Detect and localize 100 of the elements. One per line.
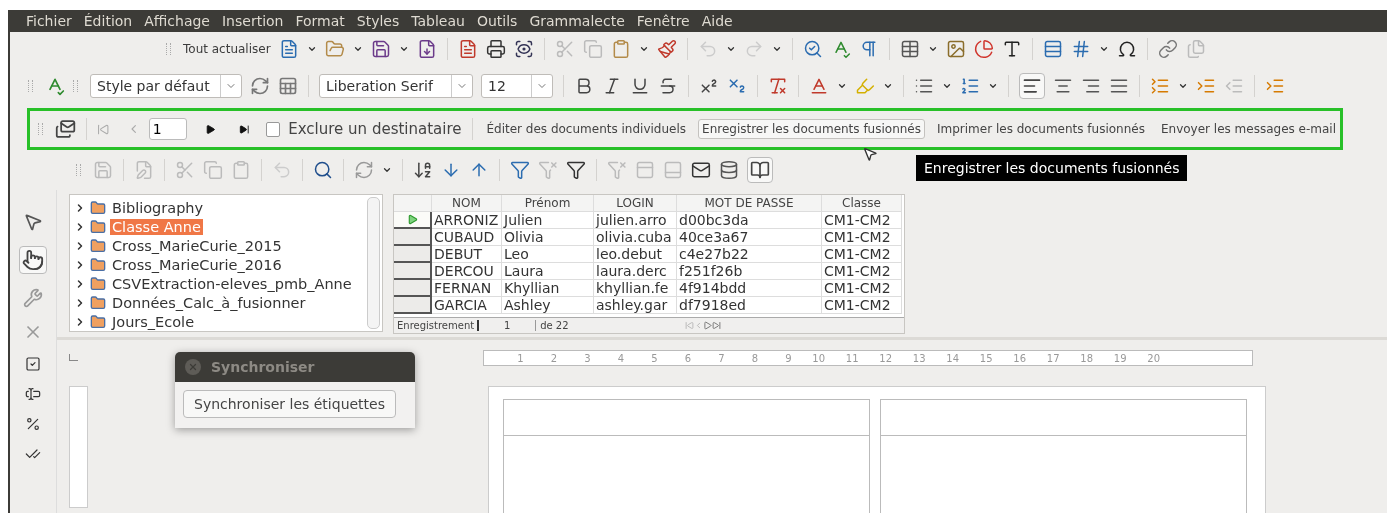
row-header[interactable] (394, 212, 432, 229)
caret-icon[interactable] (398, 44, 409, 54)
italic-icon[interactable] (602, 76, 622, 96)
omega-icon[interactable] (1116, 39, 1137, 59)
caret-icon[interactable] (927, 44, 938, 54)
column-header[interactable]: Classe (822, 195, 902, 212)
table-cell: CM1-CM2 (822, 297, 902, 314)
filter-icon[interactable] (566, 160, 586, 180)
row-header[interactable] (394, 297, 432, 314)
caret-icon[interactable] (1098, 44, 1109, 54)
table-icon[interactable] (899, 39, 920, 59)
menu-item[interactable]: Tableau (411, 13, 465, 29)
autofilter-icon[interactable] (510, 160, 530, 180)
chart-icon[interactable] (973, 39, 994, 59)
caret-icon[interactable] (771, 44, 782, 54)
formatted-field-icon[interactable] (25, 416, 41, 432)
align-right-icon[interactable] (1081, 76, 1101, 96)
tree-item[interactable]: Jours_Ecole (110, 313, 197, 330)
tree-item[interactable]: Cross_MarieCurie_2016 (110, 256, 284, 273)
menu-item[interactable]: Édition (83, 13, 133, 29)
caret-icon[interactable] (725, 44, 736, 54)
menu-item[interactable]: Aide (701, 13, 733, 29)
tree-item[interactable]: Données_Calc_à_fusionner (110, 294, 308, 311)
data-source-icon[interactable] (719, 160, 739, 180)
find-replace-icon[interactable] (802, 39, 823, 59)
preview-icon[interactable] (513, 39, 534, 59)
row-header[interactable] (394, 280, 432, 297)
font-name-field[interactable]: Liberation Serif (319, 74, 473, 98)
caret-icon[interactable] (306, 44, 317, 54)
caret-icon[interactable] (352, 44, 363, 54)
menu-item[interactable]: Fenêtre (636, 13, 690, 29)
indent-icon[interactable] (1265, 76, 1285, 96)
save-icon[interactable] (370, 39, 391, 59)
paintbrush-icon[interactable] (656, 39, 677, 59)
table-cell: Leo (502, 246, 594, 263)
record-field[interactable]: 1 (148, 118, 187, 140)
caret-icon[interactable] (638, 44, 649, 54)
bullet-list-icon[interactable] (914, 76, 934, 96)
link-icon[interactable] (1157, 39, 1178, 59)
caret-icon[interactable] (883, 81, 893, 91)
column-header[interactable]: Prénom (502, 195, 594, 212)
toolbar-button[interactable]: Éditer des documents individuels (482, 119, 691, 139)
table-cell: CM1-CM2 (822, 212, 902, 229)
folder-icon[interactable] (324, 39, 345, 59)
search-icon[interactable] (313, 160, 333, 180)
record-count: de 22 (539, 320, 570, 331)
caret-icon[interactable] (1178, 81, 1188, 91)
merge-document-button[interactable] (747, 157, 773, 183)
paragraph-style-field[interactable]: Style par défaut (90, 74, 242, 98)
row-header[interactable] (394, 246, 432, 263)
column-header[interactable]: NOM (432, 195, 502, 212)
tree-item[interactable]: Bibliography (110, 199, 206, 216)
column-header[interactable]: MOT DE PASSE (677, 195, 822, 212)
menu-item[interactable]: Affichage (144, 13, 210, 29)
update-all-button[interactable]: Tout actualiser (183, 42, 271, 56)
pointer-icon[interactable] (23, 212, 43, 232)
menu-item[interactable]: Styles (356, 13, 400, 29)
strikethrough-icon[interactable] (658, 76, 678, 96)
printer-icon[interactable] (485, 39, 506, 59)
column-header[interactable]: LOGIN (594, 195, 677, 212)
row-header[interactable] (394, 229, 432, 246)
font-size-field[interactable]: 12 (481, 74, 553, 98)
checkbox-icon[interactable] (25, 356, 41, 372)
caret-icon[interactable] (382, 165, 392, 175)
menu-item[interactable]: Insertion (222, 13, 284, 29)
sort-icon[interactable] (413, 160, 433, 180)
numbered-list-icon[interactable] (960, 76, 980, 96)
mail-icon[interactable] (54, 118, 76, 140)
underline-icon[interactable] (630, 76, 650, 96)
caret-icon[interactable] (942, 81, 952, 91)
next-record-icon[interactable] (204, 123, 216, 135)
synchronize-button[interactable]: Synchroniser les étiquettes (183, 390, 396, 418)
menu-item[interactable]: Fichier (26, 13, 72, 29)
ruler-number: 7 (717, 352, 725, 364)
menu-item[interactable]: Outils (476, 13, 518, 29)
align-left-button[interactable] (1019, 73, 1045, 99)
last-record-icon[interactable] (239, 123, 250, 135)
mail-merge-icon[interactable] (691, 160, 711, 180)
subscript-icon[interactable] (727, 76, 747, 96)
align-justify-icon[interactable] (1109, 76, 1129, 96)
superscript-icon[interactable] (699, 76, 719, 96)
align-center-icon[interactable] (1053, 76, 1073, 96)
toolbar-button[interactable]: Imprimer les documents fusionnés (933, 119, 1149, 139)
tree-item[interactable]: CSVExtraction-eleves_pmb_Anne (110, 275, 354, 292)
row-header[interactable] (394, 263, 432, 280)
exclude-checkbox[interactable] (265, 121, 281, 137)
caret-icon[interactable] (837, 81, 847, 91)
toolbar-button[interactable]: Envoyer les messages e-mail (1156, 119, 1340, 139)
text-field-icon[interactable] (25, 386, 41, 402)
toolbar-button[interactable]: Enregistrer les documents fusionnés (698, 119, 925, 139)
image-icon[interactable] (945, 39, 966, 59)
scrollbar[interactable] (367, 197, 380, 329)
clear-formatting-icon[interactable] (768, 76, 788, 96)
caret-icon[interactable] (988, 81, 998, 91)
font-color-icon[interactable] (809, 76, 829, 96)
tree-item[interactable]: Cross_MarieCurie_2015 (110, 237, 284, 254)
design-mode-button[interactable] (19, 246, 47, 274)
menu-item[interactable]: Grammalecte (529, 13, 625, 29)
clipboard-icon[interactable] (231, 160, 251, 180)
menu-item[interactable]: Format (295, 13, 345, 29)
